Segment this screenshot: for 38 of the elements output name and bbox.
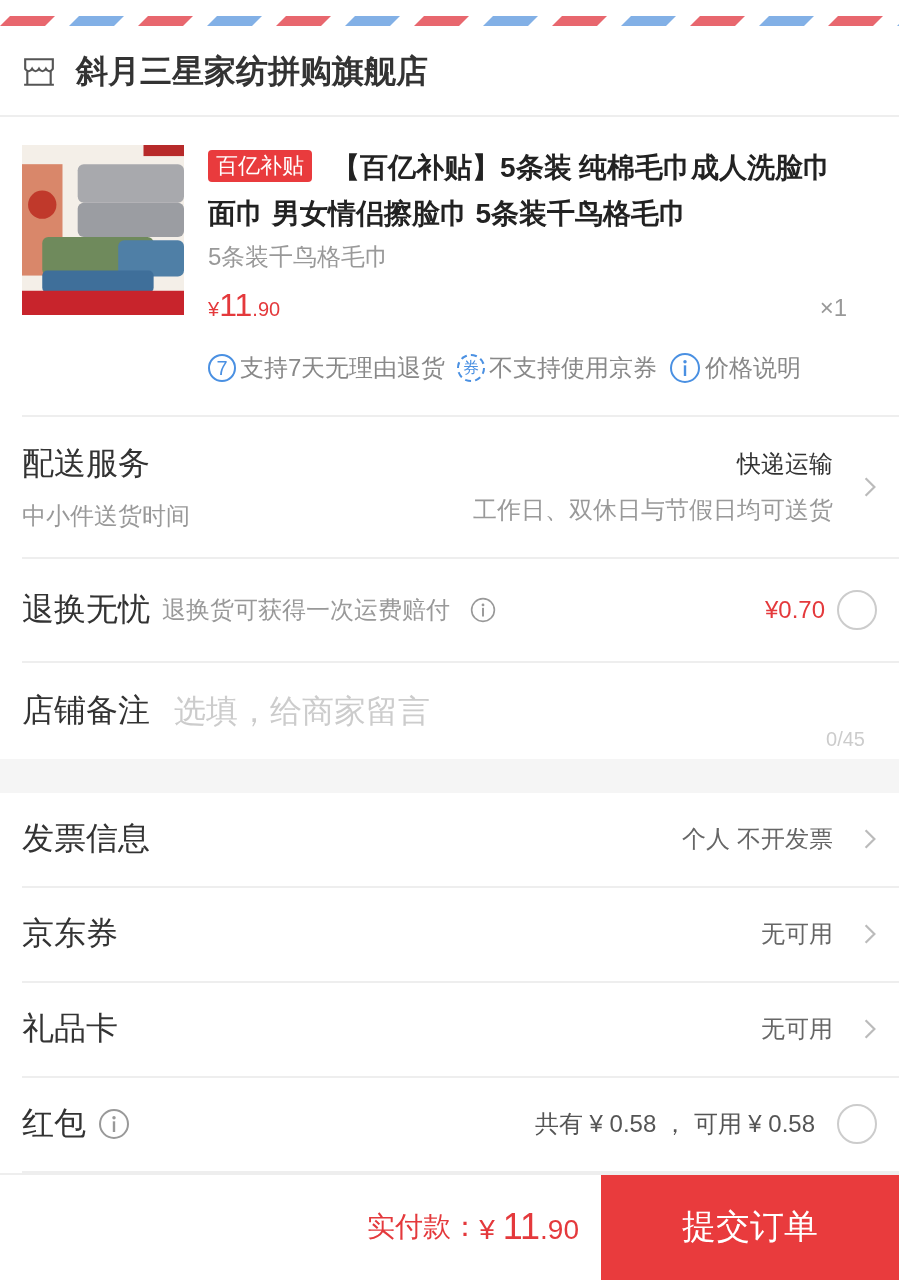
info-icon[interactable] (98, 1108, 130, 1141)
number-icon: 7 (208, 354, 236, 383)
row-subtitle: 中小件送货时间 (22, 501, 191, 532)
info-icon[interactable] (669, 352, 702, 385)
insurance-price: ¥0.70 (764, 596, 825, 625)
row-title: 发票信息 (22, 819, 150, 859)
submit-order-button[interactable]: 提交订单 (601, 1174, 899, 1280)
total-label: 实付款： (367, 1210, 480, 1245)
row-title: 退换无忧 (22, 590, 150, 630)
service-text: 支持7天无理由退货 (240, 353, 446, 384)
chevron-icon (863, 923, 877, 946)
radio-button[interactable] (837, 590, 877, 631)
row-value[interactable]: 个人 不开发票 (682, 823, 833, 856)
quantity: ×1 (819, 294, 847, 323)
service-text: 价格说明 (705, 353, 802, 384)
chevron-icon (863, 1018, 877, 1041)
row-value[interactable]: 无可用 (761, 1013, 833, 1046)
product-spec: 5条装千鸟格毛巾 (208, 242, 391, 273)
row-title: 店铺备注 (22, 691, 150, 731)
delivery-note: 工作日、双休日与节假日均可送货 (473, 495, 833, 526)
row-title: 配送服务 (22, 444, 151, 484)
row-description: 退换货可获得一次运费赔付 (162, 595, 450, 626)
coupon-icon: 券 (457, 354, 486, 383)
service-text: 不支持使用京券 (489, 353, 658, 384)
row-value: 共有 ¥ 0.58 ， 可用 ¥ 0.58 (534, 1109, 815, 1140)
row-value[interactable]: 无可用 (761, 918, 833, 951)
total-amount: ¥ 11.90 (479, 1206, 579, 1249)
product-title[interactable]: 百亿补贴 【百亿补贴】5条装 纯棉毛巾成人洗脸巾面巾 男女情侣擦脸巾 5条装千鸟格毛巾 (208, 145, 847, 238)
chevron-icon (863, 828, 877, 851)
radio-button[interactable] (837, 1104, 877, 1145)
info-icon[interactable] (470, 597, 496, 624)
product-price: ¥11.90 (208, 287, 281, 325)
row-title: 礼品卡 (22, 1009, 118, 1049)
row-title: 红包 (22, 1104, 86, 1144)
store-name[interactable]: 斜月三星家纺拼购旗舰店 (76, 49, 428, 94)
chevron-icon (863, 476, 877, 499)
row-title: 京东券 (22, 914, 118, 954)
delivery-method[interactable]: 快递运输 (737, 448, 833, 481)
